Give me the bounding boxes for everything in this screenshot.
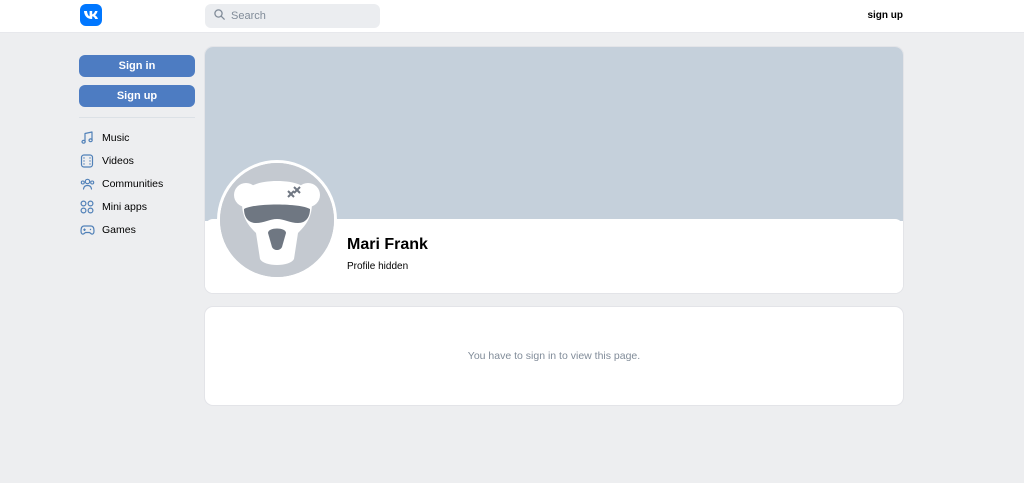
search-icon bbox=[214, 7, 225, 25]
video-icon bbox=[79, 153, 95, 169]
mini-apps-icon bbox=[79, 199, 95, 215]
vk-logo-icon[interactable] bbox=[80, 4, 102, 26]
search-input[interactable] bbox=[231, 10, 371, 22]
search-box[interactable] bbox=[205, 4, 380, 28]
sign-in-required-card: You have to sign in to view this page. bbox=[205, 307, 903, 405]
sign-in-required-message: You have to sign in to view this page. bbox=[467, 350, 641, 362]
gamepad-icon bbox=[79, 222, 95, 238]
header-signup-link[interactable]: sign up bbox=[867, 10, 903, 21]
sidebar-item-games[interactable]: Games bbox=[79, 220, 195, 240]
sidebar-item-label: Games bbox=[102, 224, 136, 236]
avatar[interactable] bbox=[217, 160, 337, 280]
sign-up-button[interactable]: Sign up bbox=[79, 85, 195, 107]
sidebar-item-label: Videos bbox=[102, 155, 134, 167]
sidebar-item-communities[interactable]: Communities bbox=[79, 174, 195, 194]
sidebar-item-mini-apps[interactable]: Mini apps bbox=[79, 197, 195, 217]
sign-in-button[interactable]: Sign in bbox=[79, 55, 195, 77]
sidebar-item-videos[interactable]: Videos bbox=[79, 151, 195, 171]
sidebar-divider bbox=[79, 117, 195, 118]
profile-name: Mari Frank bbox=[347, 236, 428, 253]
sidebar-item-label: Mini apps bbox=[102, 201, 147, 213]
profile-status: Profile hidden bbox=[347, 261, 409, 272]
hidden-profile-avatar-icon bbox=[220, 163, 334, 277]
music-icon bbox=[79, 130, 95, 146]
sidebar-item-music[interactable]: Music bbox=[79, 128, 195, 148]
top-header: sign up bbox=[0, 0, 1024, 33]
sidebar-item-label: Music bbox=[102, 132, 130, 144]
communities-icon bbox=[79, 176, 95, 192]
sidebar-item-label: Communities bbox=[102, 178, 164, 190]
